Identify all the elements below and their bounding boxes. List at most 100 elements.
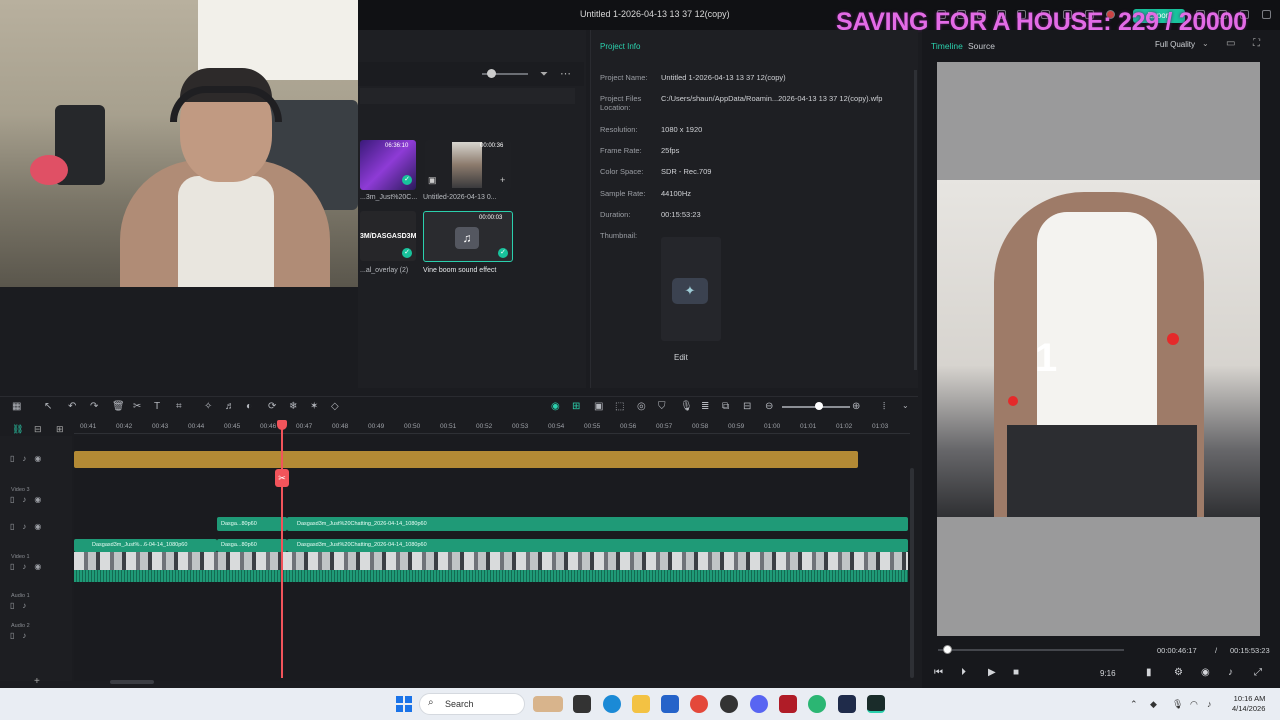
zoom-in-icon[interactable]: ⊕ (852, 401, 860, 412)
more-icon[interactable]: ⋯ (560, 67, 571, 80)
add-track-icon[interactable]: ⊞ (56, 424, 64, 435)
ruler-tick-label: 00:50 (404, 423, 421, 430)
ruler-tick-label: 00:48 (332, 423, 349, 430)
frame-play-icon[interactable]: ⏵ (961, 667, 966, 678)
frame-rate-label: Frame Rate: (600, 146, 642, 155)
motion-icon[interactable]: ◎ (637, 401, 646, 412)
undo-icon[interactable]: ↶ (68, 401, 76, 412)
duration-label: Duration: (600, 210, 631, 219)
speed-icon[interactable]: ⟳ (268, 401, 276, 412)
playhead-handle[interactable] (277, 420, 287, 430)
snapshot-icon[interactable]: ▭ (1226, 38, 1235, 49)
mic-icon[interactable]: 🎙 (680, 401, 693, 412)
snap-icon[interactable]: ◉ (551, 401, 560, 412)
zoom-knob[interactable] (815, 402, 823, 410)
zoom-out-icon[interactable]: ⊖ (765, 401, 773, 412)
delete-icon[interactable]: 🗑 (112, 401, 125, 412)
link-icon[interactable]: ⛓ (12, 424, 23, 435)
speaker-icon[interactable]: ♪ (1207, 699, 1212, 709)
film-icon: ▣ (428, 175, 437, 185)
timeline-v-scrollbar[interactable] (910, 468, 914, 678)
playhead[interactable] (281, 420, 283, 678)
stop-icon[interactable]: ■ (1013, 667, 1019, 678)
freeze-icon[interactable]: ❄ (289, 401, 297, 412)
clock[interactable]: 10:16 AM 4/14/2026 (1232, 694, 1265, 714)
select-tool-icon[interactable]: ↖ (44, 401, 52, 412)
chevron-down-icon[interactable]: ⌄ (1202, 39, 1209, 48)
tray-chevron-icon[interactable]: ⌃ (1130, 699, 1138, 710)
fit-icon[interactable]: ⊟ (743, 401, 751, 412)
tab-source[interactable]: Source (968, 41, 995, 51)
settings-icon[interactable]: ⚙ (1174, 667, 1183, 678)
columns-icon[interactable]: ⦙ (883, 401, 885, 412)
camera-icon[interactable]: ◉ (1201, 667, 1210, 678)
slider-knob[interactable] (487, 69, 496, 78)
render-icon[interactable]: ▣ (594, 401, 603, 412)
marker-icon[interactable]: ▮ (1146, 667, 1152, 678)
explorer-icon[interactable] (632, 695, 650, 713)
edit-thumbnail-button[interactable]: Edit (674, 353, 688, 362)
track-controls[interactable]: ▯♪◉ (10, 454, 49, 463)
mark-icon[interactable]: ⬚ (615, 401, 624, 412)
tab-timeline[interactable]: Timeline (931, 41, 963, 51)
crop-icon[interactable]: ⌗ (176, 401, 182, 412)
project-info-heading: Project Info (600, 42, 641, 51)
replace-icon[interactable]: ⧉ (722, 401, 729, 412)
magnet-icon[interactable]: ⊞ (572, 401, 580, 412)
quality-select[interactable]: Full Quality (1155, 40, 1195, 49)
ruler-tick-label: 00:44 (188, 423, 205, 430)
wifi-icon[interactable]: ◠ (1190, 699, 1198, 710)
ai-icon[interactable]: ✧ (204, 401, 212, 412)
fullscreen-icon[interactable]: ⛶ (1253, 38, 1260, 49)
split-icon[interactable]: ✂ (133, 401, 141, 412)
effects-icon[interactable]: ✶ (310, 401, 318, 412)
edge-icon[interactable] (603, 695, 621, 713)
photoshop-icon[interactable] (838, 695, 856, 713)
track-manage-icon[interactable]: ⊟ (34, 424, 42, 435)
track-controls[interactable]: ▯♪◉ (10, 495, 49, 504)
stabilize-icon[interactable]: ◇ (331, 401, 339, 412)
spotify-icon[interactable] (808, 695, 826, 713)
filter-icon[interactable]: ⏷ (540, 69, 548, 80)
task-view-icon[interactable] (573, 695, 591, 713)
chevron-down-icon[interactable]: ⌄ (902, 401, 909, 410)
store-icon[interactable] (661, 695, 679, 713)
track-controls[interactable]: ▯♪◉ (10, 562, 49, 571)
obs-icon[interactable] (720, 695, 738, 713)
media-thumb-1-caption: ...3m_Just%20C... (360, 194, 418, 201)
add-icon[interactable]: + (500, 175, 505, 185)
track-controls[interactable]: ▯♪ (10, 601, 34, 610)
text-icon[interactable]: T (154, 401, 160, 412)
timeline-h-scrollbar[interactable] (110, 680, 154, 684)
webcam-headset (170, 86, 282, 122)
expand-icon[interactable]: ⤢ (1254, 667, 1262, 678)
layout-grid-icon[interactable]: ▦ (12, 401, 21, 412)
redo-icon[interactable]: ↷ (90, 401, 98, 412)
track-controls[interactable]: ▯♪◉ (10, 522, 49, 531)
step-back-icon[interactable]: ⏮ (934, 667, 943, 678)
acrobat-icon[interactable] (779, 695, 797, 713)
windows-start-icon[interactable] (396, 696, 412, 712)
mixer-icon[interactable]: ≣ (701, 401, 709, 412)
chrome-icon[interactable] (690, 695, 708, 713)
shield-icon[interactable]: ⛉ (658, 401, 666, 412)
preview-scrubber[interactable] (938, 649, 1124, 651)
volume-icon[interactable]: ♪ (1228, 667, 1233, 678)
add-icon[interactable]: + (34, 676, 40, 687)
close-icon[interactable] (1262, 10, 1271, 19)
tray-app-icon[interactable]: ◆ (1150, 699, 1157, 710)
widget-icon[interactable] (533, 696, 563, 712)
info-scrollbar[interactable] (914, 70, 917, 370)
color-icon[interactable]: ◐ (246, 401, 252, 412)
preview-red-marker (1008, 396, 1018, 406)
mic-icon[interactable]: 🎙 (1172, 699, 1183, 710)
filmora-icon[interactable] (867, 695, 885, 713)
track-controls[interactable]: ▯♪ (10, 631, 34, 640)
scissors-icon[interactable]: ✂ (275, 469, 289, 487)
webcam-overlay (0, 0, 358, 287)
audio-icon[interactable]: ♬ (225, 401, 235, 412)
play-icon[interactable]: ▶ (988, 667, 996, 678)
discord-icon[interactable] (750, 695, 768, 713)
aspect-select[interactable]: 9:16 (1100, 669, 1116, 678)
overlay-clip[interactable] (74, 451, 858, 468)
